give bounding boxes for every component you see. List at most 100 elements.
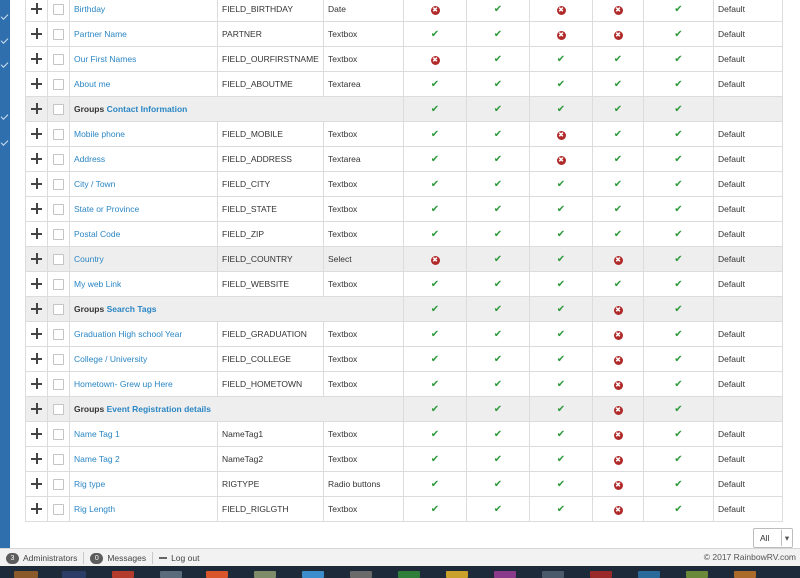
row-select[interactable] (47, 146, 70, 172)
unpublished-icon[interactable]: ✖ (613, 380, 623, 390)
enabled-toggle[interactable]: ✔ (403, 421, 467, 447)
enabled-toggle[interactable]: ✔ (403, 396, 467, 422)
enabled-toggle[interactable]: ✔ (592, 271, 644, 297)
enabled-toggle[interactable]: ✔ (403, 271, 467, 297)
drag-handle[interactable] (25, 471, 48, 497)
enabled-toggle[interactable]: ✔ (403, 296, 467, 322)
enabled-toggle[interactable]: ✔ (592, 221, 644, 247)
checkmark-icon[interactable]: ✔ (674, 4, 682, 15)
unpublished-icon[interactable]: ✖ (430, 55, 440, 65)
drag-handle[interactable] (25, 196, 48, 222)
row-checkbox[interactable] (53, 53, 64, 65)
row-checkbox[interactable] (53, 3, 64, 15)
disabled-toggle[interactable]: ✖ (592, 296, 644, 322)
disabled-toggle[interactable]: ✖ (403, 246, 467, 272)
enabled-toggle[interactable]: ✔ (403, 96, 467, 122)
enabled-toggle[interactable]: ✔ (592, 46, 644, 72)
enabled-toggle[interactable]: ✔ (403, 371, 467, 397)
move-icon[interactable] (31, 477, 42, 489)
row-checkbox[interactable] (53, 303, 64, 315)
disabled-toggle[interactable]: ✖ (592, 21, 644, 47)
disabled-toggle[interactable]: ✖ (403, 46, 467, 72)
enabled-toggle[interactable]: ✔ (529, 96, 593, 122)
enabled-toggle[interactable]: ✔ (466, 71, 530, 97)
checkmark-icon[interactable]: ✔ (431, 329, 439, 340)
checkmark-icon[interactable]: ✔ (431, 279, 439, 290)
checkmark-icon[interactable]: ✔ (557, 354, 565, 365)
row-select[interactable] (47, 46, 70, 72)
checkmark-icon[interactable]: ✔ (674, 104, 682, 115)
move-icon[interactable] (31, 177, 42, 189)
checkmark-icon[interactable]: ✔ (674, 454, 682, 465)
enabled-toggle[interactable]: ✔ (643, 121, 714, 147)
unpublished-icon[interactable]: ✖ (613, 480, 623, 490)
checkmark-icon[interactable]: ✔ (557, 79, 565, 90)
move-icon[interactable] (31, 327, 42, 339)
taskbar-app-icon[interactable] (734, 571, 756, 578)
drag-handle[interactable] (25, 296, 48, 322)
checkmark-icon[interactable]: ✔ (431, 154, 439, 165)
enabled-toggle[interactable]: ✔ (466, 496, 530, 522)
row-select[interactable] (47, 496, 70, 522)
unpublished-icon[interactable]: ✖ (556, 5, 566, 15)
checkmark-icon[interactable]: ✔ (431, 29, 439, 40)
move-icon[interactable] (31, 202, 42, 214)
checkmark-icon[interactable]: ✔ (494, 429, 502, 440)
enabled-toggle[interactable]: ✔ (529, 246, 593, 272)
checkmark-icon[interactable]: ✔ (431, 204, 439, 215)
checkmark-icon[interactable]: ✔ (674, 304, 682, 315)
taskbar-app-icon[interactable] (62, 571, 86, 578)
field-name-link[interactable]: Our First Names (74, 54, 136, 64)
enabled-toggle[interactable]: ✔ (643, 296, 714, 322)
drag-handle[interactable] (25, 221, 48, 247)
list-limit-select[interactable]: All ▾ (753, 528, 793, 548)
row-select[interactable] (47, 121, 70, 147)
row-checkbox[interactable] (53, 353, 64, 365)
disabled-toggle[interactable]: ✖ (592, 321, 644, 347)
unpublished-icon[interactable]: ✖ (613, 305, 623, 315)
enabled-toggle[interactable]: ✔ (592, 171, 644, 197)
row-checkbox[interactable] (53, 478, 64, 490)
enabled-toggle[interactable]: ✔ (466, 146, 530, 172)
enabled-toggle[interactable]: ✔ (643, 246, 714, 272)
row-select[interactable] (47, 196, 70, 222)
enabled-toggle[interactable]: ✔ (466, 171, 530, 197)
enabled-toggle[interactable]: ✔ (643, 396, 714, 422)
checkmark-icon[interactable]: ✔ (557, 279, 565, 290)
drag-handle[interactable] (25, 96, 48, 122)
enabled-toggle[interactable]: ✔ (643, 0, 714, 22)
checkmark-icon[interactable]: ✔ (614, 129, 622, 140)
administrators-link[interactable]: 3 Administrators (0, 552, 83, 564)
enabled-toggle[interactable]: ✔ (643, 346, 714, 372)
checkmark-icon[interactable]: ✔ (614, 279, 622, 290)
enabled-toggle[interactable]: ✔ (466, 371, 530, 397)
row-checkbox[interactable] (53, 28, 64, 40)
checkmark-icon[interactable]: ✔ (494, 204, 502, 215)
row-checkbox[interactable] (53, 228, 64, 240)
row-select[interactable] (47, 471, 70, 497)
move-icon[interactable] (31, 502, 42, 514)
drag-handle[interactable] (25, 171, 48, 197)
row-checkbox[interactable] (53, 403, 64, 415)
taskbar-app-icon[interactable] (446, 571, 468, 578)
field-name-link[interactable]: College / University (74, 354, 147, 364)
checkmark-icon[interactable]: ✔ (557, 254, 565, 265)
enabled-toggle[interactable]: ✔ (529, 371, 593, 397)
unpublished-icon[interactable]: ✖ (613, 505, 623, 515)
checkmark-icon[interactable]: ✔ (431, 179, 439, 190)
checkmark-icon[interactable]: ✔ (557, 404, 565, 415)
row-select[interactable] (47, 221, 70, 247)
enabled-toggle[interactable]: ✔ (529, 171, 593, 197)
checkmark-icon[interactable]: ✔ (614, 104, 622, 115)
checkmark-icon[interactable]: ✔ (494, 379, 502, 390)
checkmark-icon[interactable]: ✔ (674, 204, 682, 215)
enabled-toggle[interactable]: ✔ (529, 421, 593, 447)
field-name-link[interactable]: Partner Name (74, 29, 127, 39)
enabled-toggle[interactable]: ✔ (592, 71, 644, 97)
disabled-toggle[interactable]: ✖ (529, 21, 593, 47)
field-name-link[interactable]: Birthday (74, 4, 105, 14)
taskbar-app-icon[interactable] (254, 571, 276, 578)
taskbar-app-icon[interactable] (350, 571, 372, 578)
enabled-toggle[interactable]: ✔ (403, 71, 467, 97)
enabled-toggle[interactable]: ✔ (403, 121, 467, 147)
